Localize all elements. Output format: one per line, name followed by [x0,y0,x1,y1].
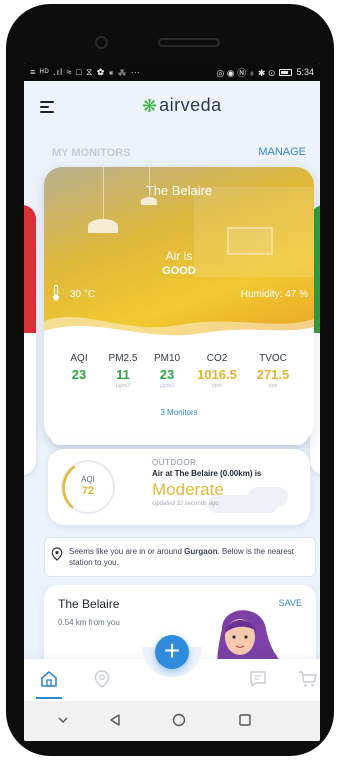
phone-frame: ≡ ᴴᴰ .ıl ≈ □ ⧖ ✿ ⁕ ⁂ ⋯ ◎ ◉ Ⓝ ♁ ✱ ⊙ 5:34 … [6,4,334,756]
outdoor-updated: Updated 32 seconds ago [152,501,219,507]
metric-unit: ppb [268,383,278,389]
metric-unit: ppm [212,383,222,389]
home-icon[interactable] [39,669,59,689]
status-bar: ≡ ᴴᴰ .ıl ≈ □ ⧖ ✿ ⁕ ⁂ ⋯ ◎ ◉ Ⓝ ♁ ✱ ⊙ 5:34 [24,63,320,81]
system-nav-bar [24,701,320,741]
leaf-asterisk-icon: ❋ [142,95,158,116]
air-is-label: Air is [165,249,193,263]
outdoor-status: Moderate [152,480,224,499]
add-icon[interactable]: + [155,635,189,669]
home-circle-icon[interactable] [172,713,186,727]
station-name: The Belaire [58,597,120,611]
metric-unit: µg/m3 [116,383,130,389]
pendant-lamp-icon [88,219,118,233]
metric-co2: CO2 1016.5 ppm [190,353,244,389]
metric-label: TVOC [259,353,287,364]
metric-label: PM10 [153,353,181,364]
back-chevron-icon[interactable] [56,713,70,727]
my-monitors-heading: MY MONITORS [52,147,131,159]
manage-button[interactable]: MANAGE [258,146,306,158]
metric-aqi: AQI 23 [58,353,100,389]
monitor-name: The Belaire [145,183,213,198]
location-pin-icon[interactable] [92,669,112,689]
notice-text: Seems like you are in or around Gurgaon.… [69,546,309,568]
battery-icon [279,68,293,76]
recents-square-icon[interactable] [238,713,252,727]
metric-label: PM2.5 [108,353,138,364]
status-time: 5:34 [296,67,314,77]
outdoor-card[interactable]: AQI 72 OUTDOOR Air at The Belaire (0.00k… [48,449,310,525]
status-icons-right-glyphs: ◎ ◉ Ⓝ ♁ ✱ ⊙ [216,67,276,78]
card-stack-edge [50,435,308,445]
monitors-count-link[interactable]: 3 Monitors [44,408,314,417]
metric-unit [58,383,100,389]
back-triangle-icon[interactable] [108,713,122,727]
previous-monitor-card[interactable] [24,205,36,475]
app-header: ❋ airveda [24,81,320,131]
outdoor-location-line: Air at The Belaire (0.00km) is [152,469,262,478]
status-icons-left: ≡ ᴴᴰ .ıl ≈ □ ⧖ ✿ ⁕ ⁂ ⋯ [30,66,141,77]
location-notice: Seems like you are in or around Gurgaon.… [44,537,316,577]
status-icons-right: ◎ ◉ Ⓝ ♁ ✱ ⊙ 5:34 [216,66,314,79]
metric-value: 23 [159,367,175,382]
home-active-indicator [36,697,62,699]
location-pin-icon [51,547,63,561]
metric-tvoc: TVOC 271.5 ppb [246,353,300,389]
metric-unit: µg/m3 [160,383,174,389]
app-screen: ≡ ᴴᴰ .ıl ≈ □ ⧖ ✿ ⁕ ⁂ ⋯ ◎ ◉ Ⓝ ♁ ✱ ⊙ 5:34 … [24,63,320,741]
notice-city: Gurgaon [184,547,218,556]
metrics-row: AQI 23 PM2.5 11 µg/m3 PM10 23 µg/m3 CO2 … [44,353,314,389]
air-quality-status: GOOD [162,265,196,277]
front-camera [95,36,108,49]
metric-label: AQI [70,353,88,364]
metric-value: 23 [71,367,87,382]
outdoor-aqi-label: AQI [81,475,95,484]
cart-icon[interactable] [298,669,318,689]
monitor-card[interactable]: The Belaire Air is GOOD 30 °C Humidity: … [44,167,314,442]
logo-text: airveda [159,95,222,115]
outdoor-aqi-value: 72 [81,485,95,497]
thermometer-icon [53,285,59,301]
metric-value: 11 [116,367,130,382]
monitor-hero: The Belaire Air is GOOD 30 °C Humidity: … [44,167,314,337]
metric-label: CO2 [206,353,228,364]
outdoor-tag: OUTDOOR [152,458,197,467]
airveda-logo: ❋ airveda [142,95,222,116]
notice-text-before: Seems like you are in or around [69,547,185,556]
metric-value: 271.5 [256,367,290,382]
chat-icon[interactable] [248,669,268,689]
metric-value: 1016.5 [197,367,237,382]
pendant-lamp-icon [141,197,157,205]
metric-pm25: PM2.5 11 µg/m3 [102,353,144,389]
humidity-value: Humidity: 47 % [240,289,308,300]
station-distance: 0.54 km from you [58,618,120,627]
metric-pm10: PM10 23 µg/m3 [146,353,188,389]
temperature-value: 30 °C [70,289,96,300]
hamburger-icon[interactable] [40,101,56,114]
wave-decoration [44,317,314,337]
earpiece-speaker [158,38,220,47]
